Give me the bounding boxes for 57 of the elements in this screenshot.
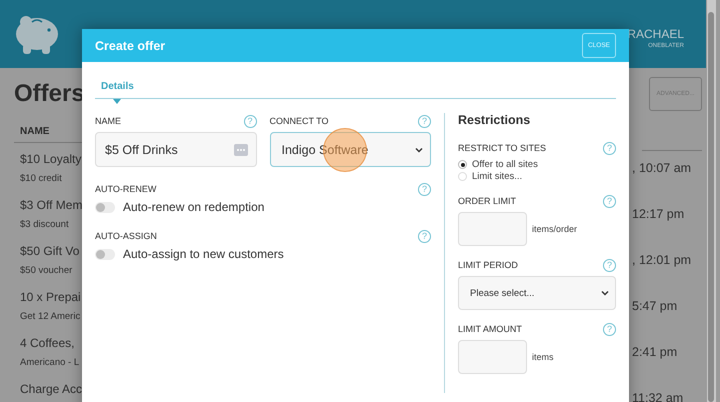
help-icon[interactable]: ? [418, 230, 431, 242]
offer-name: Charge Acc [20, 382, 82, 396]
field-label: LIMIT PERIOD [458, 260, 518, 270]
help-icon[interactable]: ? [603, 322, 616, 336]
user-name: RACHAEL [627, 27, 684, 41]
number-field[interactable] [458, 340, 527, 374]
field-label: LIMIT AMOUNT [458, 324, 522, 334]
offer-name: 4 Coffees, [20, 336, 74, 350]
offer-detail: $50 voucher [20, 265, 72, 276]
more-icon[interactable] [234, 144, 248, 156]
field-label: CONNECT TO [270, 116, 329, 126]
radio-label: Offer to all sites [472, 159, 538, 170]
help-icon[interactable]: ? [603, 142, 616, 154]
help-icon[interactable]: ? [418, 182, 431, 196]
scrollbar[interactable] [707, 0, 716, 402]
toggle-switch[interactable] [95, 202, 115, 212]
section-title: Restrictions [458, 113, 532, 129]
offer-time: , 10:07 am [632, 161, 692, 175]
unit-label: items [532, 352, 554, 362]
offer-name: 10 x Prepai [20, 290, 81, 304]
radio-button[interactable] [458, 172, 467, 181]
field-label: RESTRICT TO SITES [458, 143, 546, 153]
offer-detail: Get 12 Americ [20, 311, 80, 322]
offer-time: 12:17 pm [632, 207, 684, 221]
page-title: Offers [14, 80, 82, 108]
limit-period-select[interactable]: Please select... [458, 276, 616, 310]
name-field[interactable]: $5 Off Drinks [95, 132, 256, 167]
offer-detail: $3 discount [20, 219, 69, 230]
chevron-down-icon [415, 146, 423, 152]
number-field[interactable] [458, 212, 527, 246]
radio-label: Limit sites... [472, 171, 522, 182]
toggle-label: Auto-assign to new customers [123, 247, 284, 261]
offer-time: 11:32 am [632, 391, 684, 402]
offer-time: 2:41 pm [632, 345, 678, 359]
toggle-label: Auto-renew on redemption [123, 200, 264, 214]
help-icon[interactable]: ? [603, 194, 616, 208]
offer-name: $10 Loyalty [20, 152, 82, 166]
offer-name: $3 Off Mem [20, 198, 82, 212]
unit-label: items/order [532, 224, 578, 234]
dialog-title: Create offer [95, 38, 166, 52]
connect-to-select[interactable]: Indigo Software [270, 132, 431, 167]
field-label: AUTO-ASSIGN [95, 231, 157, 241]
toggle-switch[interactable] [95, 248, 115, 260]
help-icon[interactable]: ? [244, 114, 256, 128]
offer-detail: Americano - L [20, 357, 80, 368]
field-label: ORDER LIMIT [458, 196, 516, 206]
tab[interactable]: Details [95, 78, 140, 104]
radio-button[interactable] [458, 160, 467, 169]
help-icon[interactable]: ? [418, 114, 431, 128]
offer-time: 5:47 pm [632, 299, 678, 313]
offer-name: $50 Gift Vo [20, 244, 80, 258]
help-icon[interactable]: ? [603, 258, 616, 272]
offer-time: , 12:01 pm [632, 253, 692, 267]
field-label: NAME [95, 116, 122, 126]
chevron-down-icon [601, 290, 609, 296]
offer-detail: $10 credit [20, 173, 62, 184]
field-label: AUTO-RENEW [95, 184, 156, 194]
